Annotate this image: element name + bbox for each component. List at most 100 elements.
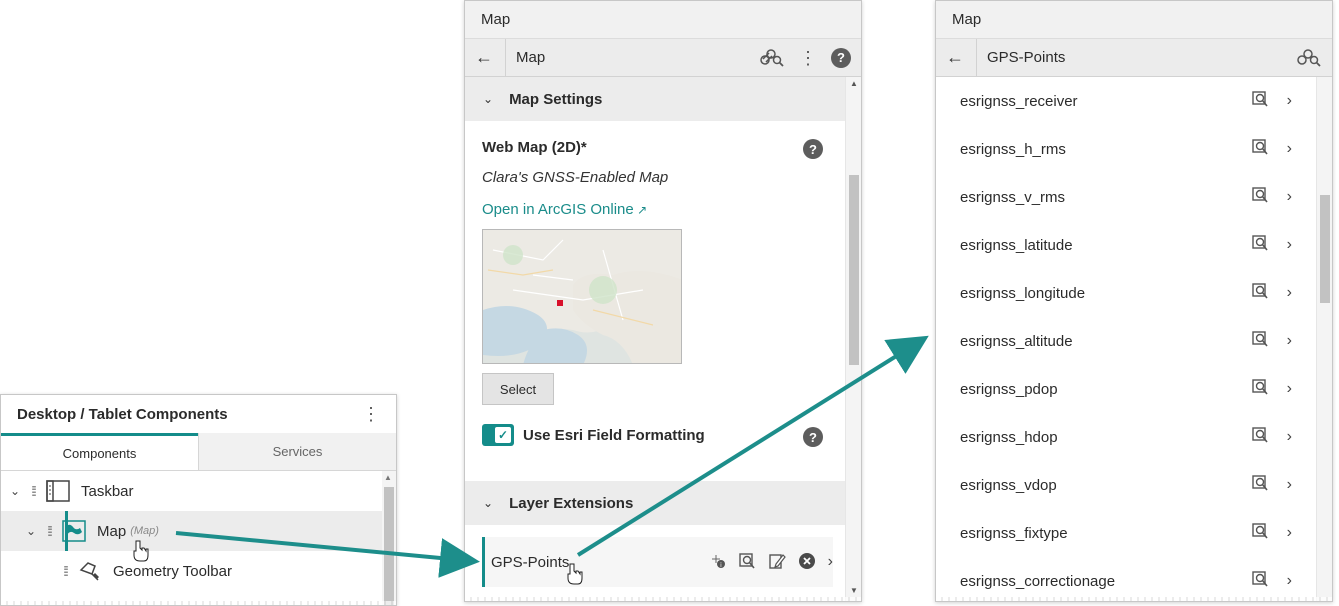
field-row[interactable]: esrignss_fixtype › xyxy=(936,509,1318,557)
query-layer-icon[interactable] xyxy=(738,552,756,573)
chevron-right-icon[interactable]: › xyxy=(1287,236,1292,254)
chevron-right-icon[interactable]: › xyxy=(1287,140,1292,158)
add-info-icon[interactable]: i xyxy=(710,553,726,572)
row-tools: › xyxy=(1251,570,1318,592)
settings-scrollbar[interactable]: ▲ ▼ xyxy=(845,77,861,601)
chevron-down-icon[interactable]: ⌄ xyxy=(21,524,41,538)
chevron-right-icon[interactable]: › xyxy=(1287,380,1292,398)
chevron-down-icon[interactable]: ⌄ xyxy=(483,92,493,106)
query-field-icon[interactable] xyxy=(1251,426,1269,448)
help-icon[interactable]: ? xyxy=(803,427,823,447)
field-row[interactable]: esrignss_hdop › xyxy=(936,413,1318,461)
query-field-icon[interactable] xyxy=(1251,378,1269,400)
drag-handle-icon[interactable]: ⁞⁞ xyxy=(57,563,73,579)
row-tools: › xyxy=(1251,186,1318,208)
layer-name: GPS-Points xyxy=(491,553,570,571)
field-row[interactable]: esrignss_pdop › xyxy=(936,365,1318,413)
field-row[interactable]: esrignss_vdop › xyxy=(936,461,1318,509)
field-name: esrignss_pdop xyxy=(960,380,1058,398)
help-icon[interactable]: ? xyxy=(803,139,823,159)
tree-item-taskbar[interactable]: ⌄ ⁞⁞ Taskbar xyxy=(1,471,382,511)
query-field-icon[interactable] xyxy=(1251,474,1269,496)
field-row[interactable]: esrignss_latitude › xyxy=(936,221,1318,269)
select-map-button[interactable]: Select xyxy=(482,373,554,405)
chevron-right-icon[interactable]: › xyxy=(1287,524,1292,542)
edit-layer-icon[interactable] xyxy=(768,552,786,573)
scroll-up-icon[interactable]: ▲ xyxy=(384,473,392,482)
link-search-icon[interactable] xyxy=(759,45,785,71)
back-arrow-icon[interactable]: ← xyxy=(946,47,976,68)
tree-scrollbar[interactable]: ▲ xyxy=(382,471,396,605)
scroll-thumb[interactable] xyxy=(1320,195,1330,303)
scroll-thumb[interactable] xyxy=(849,175,859,365)
torn-edge xyxy=(1,601,396,605)
chevron-right-icon[interactable]: › xyxy=(828,553,833,571)
query-field-icon[interactable] xyxy=(1251,234,1269,256)
geometry-toolbar-icon xyxy=(77,559,103,583)
chevron-right-icon[interactable]: › xyxy=(1287,572,1292,590)
query-field-icon[interactable] xyxy=(1251,570,1269,592)
components-panel-header: Desktop / Tablet Components ⋮ xyxy=(1,395,396,433)
chevron-down-icon[interactable]: ⌄ xyxy=(483,496,493,510)
more-options-icon[interactable]: ⋮ xyxy=(799,49,817,67)
panel-nav-bar: ← GPS-Points xyxy=(936,38,1332,77)
tab-services[interactable]: Services xyxy=(198,433,396,470)
query-field-icon[interactable] xyxy=(1251,138,1269,160)
tab-components[interactable]: Components xyxy=(1,433,198,470)
component-tree: ⌄ ⁞⁞ Taskbar ⌄ ⁞⁞ Map (Map) ⁞⁞ Geometry … xyxy=(1,471,396,605)
chevron-right-icon[interactable]: › xyxy=(1287,284,1292,302)
query-field-icon[interactable] xyxy=(1251,90,1269,112)
map-settings-panel: Map ← Map ⋮ ? ⌄ Map Settings Web Map (2D… xyxy=(464,0,862,602)
layer-extension-gps-points[interactable]: GPS-Points i › xyxy=(482,537,833,587)
field-row[interactable]: esrignss_receiver › xyxy=(936,77,1318,125)
tree-item-geometry-toolbar[interactable]: ⁞⁞ Geometry Toolbar xyxy=(1,551,382,591)
scroll-down-icon[interactable]: ▼ xyxy=(850,586,858,595)
section-map-settings[interactable]: ⌄ Map Settings xyxy=(465,77,847,121)
web-map-name: Clara's GNSS-Enabled Map xyxy=(482,169,669,186)
chevron-right-icon[interactable]: › xyxy=(1287,476,1292,494)
chevron-right-icon[interactable]: › xyxy=(1287,428,1292,446)
field-row[interactable]: esrignss_longitude › xyxy=(936,269,1318,317)
nav-tools xyxy=(1296,45,1322,71)
query-field-icon[interactable] xyxy=(1251,522,1269,544)
field-row[interactable]: esrignss_correctionage › xyxy=(936,557,1318,601)
drag-handle-icon[interactable]: ⁞⁞ xyxy=(41,523,57,539)
open-in-arcgis-link[interactable]: Open in ArcGIS Online ↗ xyxy=(482,201,647,218)
row-tools: › xyxy=(1251,282,1318,304)
components-panel: Desktop / Tablet Components ⋮ Components… xyxy=(0,394,397,606)
row-tools: › xyxy=(1251,474,1318,496)
field-name: esrignss_receiver xyxy=(960,92,1078,110)
chevron-right-icon[interactable]: › xyxy=(1287,92,1292,110)
web-map-thumbnail xyxy=(482,229,682,364)
nav-tools: ⋮ ? xyxy=(759,45,851,71)
map-icon xyxy=(61,519,87,543)
link-search-icon[interactable] xyxy=(1296,45,1322,71)
tree-item-map[interactable]: ⌄ ⁞⁞ Map (Map) xyxy=(1,511,382,551)
chevron-right-icon[interactable]: › xyxy=(1287,188,1292,206)
query-field-icon[interactable] xyxy=(1251,282,1269,304)
back-arrow-icon[interactable]: ← xyxy=(475,47,505,68)
torn-edge xyxy=(936,597,1332,601)
drag-handle-icon[interactable]: ⁞⁞ xyxy=(25,483,41,499)
field-row[interactable]: esrignss_altitude › xyxy=(936,317,1318,365)
section-layer-extensions[interactable]: ⌄ Layer Extensions xyxy=(465,481,847,525)
esri-field-formatting-checkbox[interactable]: ✓ xyxy=(482,424,514,446)
field-list-scrollbar[interactable] xyxy=(1316,77,1332,601)
field-list: esrignss_receiver › esrignss_h_rms › esrigns… xyxy=(936,77,1318,601)
layer-tools: i › xyxy=(710,552,833,573)
more-options-icon[interactable]: ⋮ xyxy=(362,405,380,423)
query-field-icon[interactable] xyxy=(1251,330,1269,352)
chevron-right-icon[interactable]: › xyxy=(1287,332,1292,350)
help-icon[interactable]: ? xyxy=(831,47,851,68)
panel-top-title: Map xyxy=(936,1,1332,39)
chevron-down-icon[interactable]: ⌄ xyxy=(5,484,25,498)
scroll-up-icon[interactable]: ▲ xyxy=(850,79,858,88)
esri-field-formatting-label: Use Esri Field Formatting xyxy=(523,427,705,444)
field-row[interactable]: esrignss_v_rms › xyxy=(936,173,1318,221)
query-field-icon[interactable] xyxy=(1251,186,1269,208)
field-row[interactable]: esrignss_h_rms › xyxy=(936,125,1318,173)
remove-layer-icon[interactable] xyxy=(798,552,816,573)
scroll-thumb[interactable] xyxy=(384,487,394,605)
gps-points-panel: Map ← GPS-Points esrignss_receiver › esrig… xyxy=(935,0,1333,602)
tree-item-label: Geometry Toolbar xyxy=(113,562,232,580)
